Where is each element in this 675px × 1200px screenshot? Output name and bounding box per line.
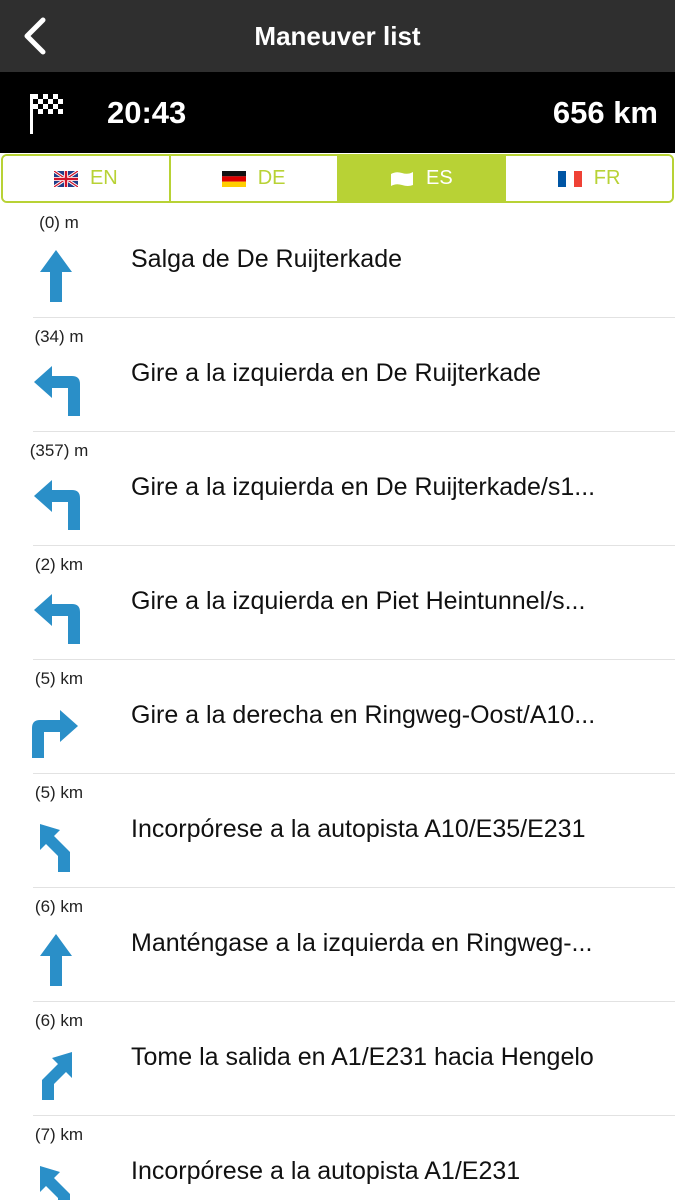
language-label-en: EN: [89, 167, 118, 189]
maneuver-distance: (2) km: [34, 555, 84, 574]
maneuver-instruction: Gire a la izquierda en De Ruijterkade: [131, 359, 541, 387]
germany-flag-icon: [221, 170, 246, 187]
maneuver-row[interactable]: (2) km Gire a la izquierda en Piet Heint…: [0, 546, 675, 660]
maneuver-row[interactable]: (0) m Salga de De Ruijterkade: [0, 204, 675, 318]
maneuver-instruction: Incorpórese a la autopista A1/E231: [131, 1157, 521, 1185]
straight-arrow-icon: [40, 934, 72, 986]
checkered-flag-icon: [30, 94, 63, 134]
maneuver-instruction: Incorpórese a la autopista A10/E35/E231: [131, 815, 586, 843]
maneuver-distance: (0) m: [39, 213, 79, 232]
maneuver-instruction: Salga de De Ruijterkade: [131, 245, 402, 273]
maneuver-distance: (34) m: [34, 327, 84, 346]
language-tab-fr[interactable]: FR: [506, 156, 672, 201]
chevron-left-icon: [24, 17, 46, 55]
maneuver-distance: (5) km: [34, 669, 84, 688]
turn-right-arrow-icon: [32, 710, 78, 758]
maneuver-instruction: Gire a la izquierda en De Ruijterkade/s1…: [131, 473, 596, 501]
turn-left-arrow-icon: [34, 366, 80, 416]
language-tab-en[interactable]: EN: [3, 156, 171, 201]
maneuver-row[interactable]: (357) m Gire a la izquierda en De Ruijte…: [0, 432, 675, 546]
language-label-es: ES: [426, 167, 453, 189]
maneuver-distance: (5) km: [34, 783, 84, 802]
page-title: Maneuver list: [254, 21, 421, 51]
language-label-fr: FR: [593, 167, 621, 189]
maneuver-row[interactable]: (7) km Incorpórese a la autopista A1/E23…: [0, 1116, 675, 1200]
maneuver-row[interactable]: (5) km Incorpórese a la autopista A10/E3…: [0, 774, 675, 888]
back-button[interactable]: [14, 14, 54, 58]
navigation-bar: Maneuver list: [0, 0, 675, 72]
language-tab-es[interactable]: ES: [338, 156, 507, 201]
arrival-time: 20:43: [107, 95, 187, 130]
maneuver-instruction: Gire a la derecha en Ringweg-Oost/A10...: [131, 701, 596, 729]
remaining-distance: 656 km: [552, 95, 658, 130]
language-label-de: DE: [257, 167, 286, 189]
uk-flag-icon: [53, 170, 78, 187]
maneuver-row[interactable]: (6) km Tome la salida en A1/E231 hacia H…: [0, 1002, 675, 1116]
turn-left-arrow-icon: [34, 480, 80, 530]
maneuver-list[interactable]: (0) m Salga de De Ruijterkade (34) m Gir…: [0, 204, 675, 1200]
spain-flag-icon: [391, 171, 414, 186]
maneuver-distance: (6) km: [34, 1011, 84, 1030]
maneuver-row[interactable]: (5) km Gire a la derecha en Ringweg-Oost…: [0, 660, 675, 774]
maneuver-distance: (357) m: [29, 441, 89, 460]
maneuver-distance: (7) km: [34, 1125, 84, 1144]
france-flag-icon: [557, 170, 582, 187]
straight-arrow-icon: [40, 250, 72, 302]
maneuver-row[interactable]: (6) km Manténgase a la izquierda en Ring…: [0, 888, 675, 1002]
maneuver-instruction: Tome la salida en A1/E231 hacia Hengelo: [131, 1043, 594, 1071]
language-segmented-control: EN DE ES FR: [1, 154, 674, 203]
maneuver-instruction: Manténgase a la izquierda en Ringweg-...: [131, 929, 593, 957]
language-tab-de[interactable]: DE: [170, 156, 339, 201]
turn-left-arrow-icon: [34, 594, 80, 644]
maneuver-distance: (6) km: [34, 897, 84, 916]
route-summary-bar: 20:43 656 km: [0, 72, 675, 153]
slight-right-arrow-icon: [42, 1052, 72, 1100]
language-selector: EN DE ES FR: [0, 153, 675, 204]
maneuver-instruction: Gire a la izquierda en Piet Heintunnel/s…: [131, 587, 586, 615]
maneuver-row[interactable]: (34) m Gire a la izquierda en De Ruijter…: [0, 318, 675, 432]
slight-left-arrow-icon: [40, 1166, 70, 1200]
slight-left-arrow-icon: [40, 824, 70, 872]
